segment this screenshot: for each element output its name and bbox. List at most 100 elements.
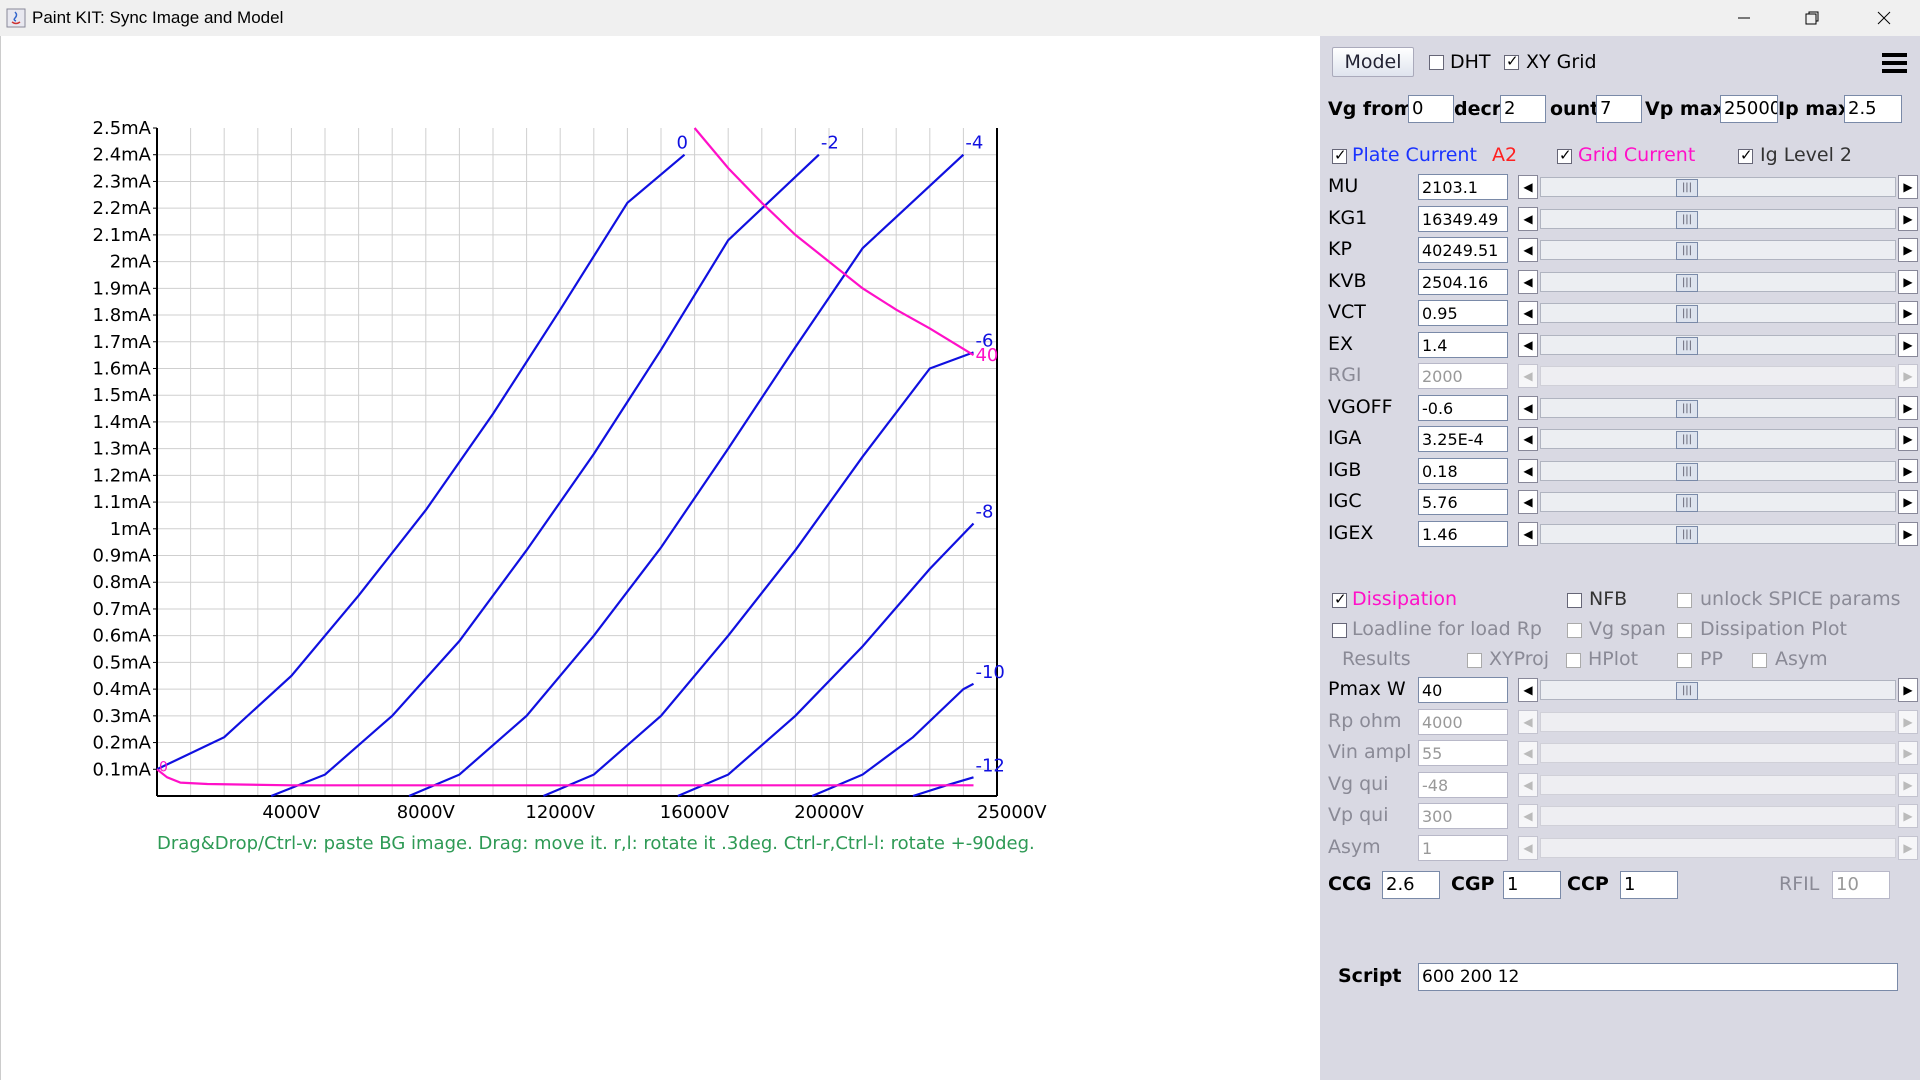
slider-track[interactable]: ||| [1540, 397, 1896, 418]
param-slider[interactable]: ◀ ||| ▶ [1518, 427, 1918, 451]
param-input[interactable]: 0.18 [1418, 457, 1508, 484]
param-input[interactable]: 55 [1418, 740, 1508, 766]
dht-checkbox[interactable] [1429, 55, 1444, 70]
param-input[interactable]: 1 [1418, 834, 1508, 861]
slider-thumb[interactable]: ||| [1676, 494, 1698, 512]
param-input[interactable]: 2103.1 [1418, 174, 1508, 200]
slider-right-arrow-icon[interactable]: ▶ [1898, 458, 1918, 483]
cgp-input[interactable]: 1 [1503, 871, 1561, 899]
param-slider[interactable]: ◀ ||| ▶ [1518, 395, 1918, 420]
script-input[interactable]: 600 200 12 [1418, 963, 1898, 991]
decr-input[interactable]: 2 [1500, 95, 1546, 123]
param-input[interactable]: 5.76 [1418, 489, 1508, 515]
slider-left-arrow-icon[interactable]: ◀ [1518, 772, 1538, 797]
param-input[interactable]: 0.95 [1418, 300, 1508, 326]
slider-left-arrow-icon[interactable]: ◀ [1518, 206, 1538, 231]
slider-right-arrow-icon[interactable]: ▶ [1898, 301, 1918, 325]
param-slider[interactable]: ◀ ||| ▶ [1518, 206, 1918, 231]
param-input[interactable]: 3.25E-4 [1418, 426, 1508, 452]
slider-thumb[interactable]: ||| [1676, 305, 1698, 323]
slider-track[interactable]: ||| [1540, 271, 1896, 292]
slider-left-arrow-icon[interactable]: ◀ [1518, 395, 1538, 420]
slider-track[interactable] [1540, 806, 1896, 826]
slider-track[interactable]: ||| [1540, 208, 1896, 229]
param-input[interactable]: 2000 [1418, 363, 1508, 389]
rfil-input[interactable]: 10 [1832, 871, 1890, 899]
model-button[interactable]: Model [1332, 47, 1414, 77]
vg-span-checkbox[interactable] [1567, 623, 1582, 638]
slider-left-arrow-icon[interactable]: ◀ [1518, 741, 1538, 765]
restore-button[interactable] [1784, 0, 1840, 36]
slider-track[interactable]: ||| [1540, 429, 1896, 449]
slider-right-arrow-icon[interactable]: ▶ [1898, 678, 1918, 702]
slider-track[interactable]: ||| [1540, 460, 1896, 481]
param-slider[interactable]: ◀ ||| ▶ [1518, 458, 1918, 483]
count-input[interactable]: 7 [1596, 95, 1642, 123]
slider-right-arrow-icon[interactable]: ▶ [1898, 835, 1918, 860]
slider-thumb[interactable]: ||| [1676, 682, 1698, 700]
slider-track[interactable]: ||| [1540, 240, 1896, 260]
plate-characteristics-chart[interactable]: 0.1mA 0.2mA 0.3mA 0.4mA 0.5mA 0.6mA 0.7mA 0.8mA… [1, 36, 1321, 1080]
vp-max-input[interactable]: 25000 [1720, 95, 1778, 123]
slider-thumb[interactable]: ||| [1676, 431, 1698, 449]
param-input[interactable]: -0.6 [1418, 394, 1508, 421]
slider-right-arrow-icon[interactable]: ▶ [1898, 741, 1918, 765]
param-slider[interactable]: ◀ ▶ [1518, 709, 1918, 734]
results-label[interactable]: Results [1342, 648, 1411, 670]
param-slider[interactable]: ◀ ▶ [1518, 835, 1918, 860]
vg-from-input[interactable]: 0 [1408, 95, 1454, 123]
slider-left-arrow-icon[interactable]: ◀ [1518, 427, 1538, 451]
param-slider[interactable]: ◀ ||| ▶ [1518, 521, 1918, 546]
slider-right-arrow-icon[interactable]: ▶ [1898, 364, 1918, 388]
slider-left-arrow-icon[interactable]: ◀ [1518, 238, 1538, 262]
param-input[interactable]: 40 [1418, 677, 1508, 703]
slider-track[interactable]: ||| [1540, 680, 1896, 700]
slider-track[interactable]: ||| [1540, 492, 1896, 512]
param-input[interactable]: 40249.51 [1418, 237, 1508, 263]
param-input[interactable]: 2504.16 [1418, 268, 1508, 295]
slider-thumb[interactable]: ||| [1676, 210, 1698, 229]
slider-thumb[interactable]: ||| [1676, 462, 1698, 481]
ig-level2-checkbox[interactable] [1738, 146, 1753, 164]
slider-right-arrow-icon[interactable]: ▶ [1898, 332, 1918, 357]
param-slider[interactable]: ◀ ▶ [1518, 772, 1918, 797]
slider-right-arrow-icon[interactable]: ▶ [1898, 269, 1918, 294]
slider-left-arrow-icon[interactable]: ◀ [1518, 332, 1538, 357]
param-slider[interactable]: ◀ ▶ [1518, 804, 1918, 828]
hplot-checkbox[interactable] [1566, 653, 1581, 668]
param-slider[interactable]: ◀ ||| ▶ [1518, 238, 1918, 262]
close-button[interactable] [1856, 0, 1912, 36]
slider-track[interactable]: ||| [1540, 177, 1896, 197]
slider-thumb[interactable]: ||| [1676, 242, 1698, 260]
slider-thumb[interactable]: ||| [1676, 399, 1698, 418]
slider-track[interactable]: ||| [1540, 303, 1896, 323]
xyproj-checkbox[interactable] [1467, 653, 1482, 668]
slider-track[interactable] [1540, 774, 1896, 795]
slider-right-arrow-icon[interactable]: ▶ [1898, 175, 1918, 199]
param-slider[interactable]: ◀ ||| ▶ [1518, 490, 1918, 514]
slider-thumb[interactable]: ||| [1676, 336, 1698, 355]
slider-left-arrow-icon[interactable]: ◀ [1518, 458, 1538, 483]
pp-checkbox[interactable] [1677, 653, 1692, 668]
slider-track[interactable] [1540, 743, 1896, 763]
param-slider[interactable]: ◀ ▶ [1518, 364, 1918, 388]
slider-track[interactable] [1540, 837, 1896, 858]
slider-right-arrow-icon[interactable]: ▶ [1898, 395, 1918, 420]
slider-right-arrow-icon[interactable]: ▶ [1898, 709, 1918, 734]
grid-current-checkbox[interactable] [1557, 146, 1572, 164]
slider-right-arrow-icon[interactable]: ▶ [1898, 206, 1918, 231]
param-input[interactable]: 16349.49 [1418, 205, 1508, 232]
minimize-button[interactable] [1716, 0, 1772, 36]
slider-right-arrow-icon[interactable]: ▶ [1898, 804, 1918, 828]
slider-left-arrow-icon[interactable]: ◀ [1518, 709, 1538, 734]
param-slider[interactable]: ◀ ||| ▶ [1518, 678, 1918, 702]
slider-thumb[interactable]: ||| [1676, 525, 1698, 544]
slider-left-arrow-icon[interactable]: ◀ [1518, 835, 1538, 860]
slider-track[interactable]: ||| [1540, 334, 1896, 355]
unlock-spice-checkbox[interactable] [1677, 593, 1692, 608]
slider-thumb[interactable]: ||| [1676, 179, 1698, 197]
slider-left-arrow-icon[interactable]: ◀ [1518, 521, 1538, 546]
slider-right-arrow-icon[interactable]: ▶ [1898, 772, 1918, 797]
plate-current-checkbox[interactable] [1332, 146, 1347, 164]
slider-right-arrow-icon[interactable]: ▶ [1898, 238, 1918, 262]
